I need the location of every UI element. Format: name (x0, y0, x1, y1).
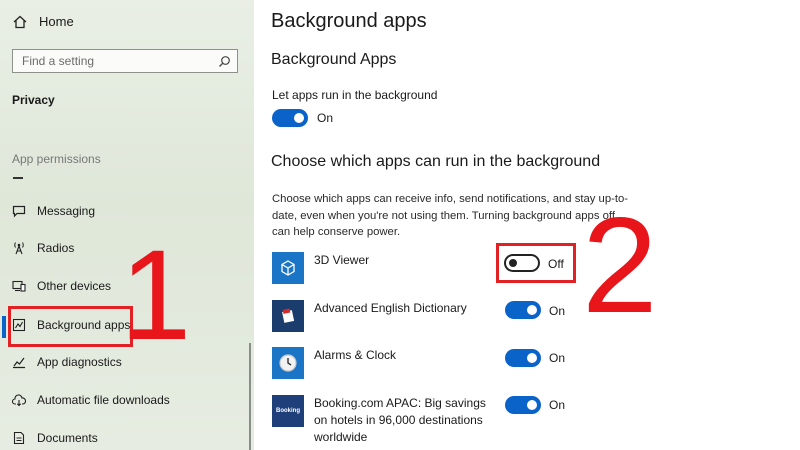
devices-icon (12, 280, 26, 292)
dictionary-icon (272, 300, 304, 332)
section-heading: Choose which apps can run in the backgro… (271, 153, 601, 170)
app-row-booking-com: Booking Booking.com APAC: Big savings on… (272, 395, 494, 446)
annotation-marker-1: 1 (120, 224, 192, 367)
toggle-knob (527, 305, 537, 315)
list-scroll-indicator (13, 177, 23, 179)
master-toggle-state: On (317, 111, 334, 125)
app-name: Booking.com APAC: Big savings on hotels … (314, 396, 486, 444)
sidebar-item-label: Documents (37, 431, 98, 445)
radio-tower-icon (14, 242, 24, 255)
booking-icon-text: Booking (276, 408, 300, 414)
app-toggle-booking-com[interactable] (505, 396, 541, 414)
app-name: Advanced English Dictionary (314, 301, 467, 315)
app-name: 3D Viewer (314, 253, 370, 267)
app-toggle-advanced-english-dictionary[interactable] (505, 301, 541, 319)
page-title: Background apps (271, 10, 427, 32)
sidebar-scrollbar[interactable] (249, 343, 251, 450)
sidebar-item-label: Messaging (37, 204, 96, 218)
sidebar-item-documents[interactable]: Documents (12, 428, 98, 448)
sidebar-item-label: Other devices (37, 279, 112, 293)
sidebar-item-automatic-file-downloads[interactable]: Automatic file downloads (12, 390, 170, 410)
sub-title: Background Apps (271, 51, 397, 68)
home-label: Home (39, 14, 74, 29)
app-toggle-state: On (549, 304, 566, 318)
background-apps-master-toggle[interactable] (272, 109, 308, 127)
app-toggle-state: On (549, 351, 566, 365)
toggle-knob (294, 113, 304, 123)
clock-icon (272, 347, 304, 379)
sidebar-item-radios[interactable]: Radios (12, 238, 74, 258)
section-description: Choose which apps can receive info, send… (272, 193, 629, 238)
home-nav-item[interactable]: Home (13, 14, 74, 29)
sidebar-item-label: App diagnostics (37, 355, 122, 369)
app-row-3d-viewer: 3D Viewer (272, 252, 494, 284)
settings-content: Background apps Background Apps Let apps… (254, 0, 800, 450)
messaging-icon (12, 205, 26, 218)
toggle-knob (527, 353, 537, 363)
app-toggle-alarms-clock[interactable] (505, 349, 541, 367)
annotation-marker-2: 2 (582, 189, 658, 341)
app-toggle-state: On (549, 398, 566, 412)
master-toggle-label: Let apps run in the background (272, 88, 438, 102)
cloud-download-icon (12, 394, 26, 407)
sidebar-item-app-diagnostics[interactable]: App diagnostics (12, 352, 122, 372)
home-icon (13, 15, 27, 28)
app-name: Alarms & Clock (314, 348, 397, 362)
sidebar-item-label: Radios (37, 241, 75, 255)
diagnostics-icon (13, 357, 25, 369)
annotation-highlight-box (8, 306, 133, 347)
sidebar-item-messaging[interactable]: Messaging (12, 201, 95, 221)
sidebar-item-other-devices[interactable]: Other devices (12, 276, 111, 296)
annotation-highlight-box (496, 243, 576, 283)
booking-icon: Booking (272, 395, 304, 427)
app-row-alarms-clock: Alarms & Clock (272, 347, 494, 379)
cube-icon (272, 252, 304, 284)
app-row-advanced-english-dictionary: Advanced English Dictionary (272, 300, 494, 332)
search-icon[interactable] (218, 55, 231, 68)
group-label: App permissions (12, 152, 101, 166)
section-title: Privacy (12, 93, 55, 107)
search-input[interactable]: Find a setting (12, 49, 238, 73)
toggle-knob (527, 400, 537, 410)
selected-indicator (2, 316, 6, 338)
search-placeholder: Find a setting (22, 54, 95, 68)
sidebar-item-label: Automatic file downloads (37, 393, 170, 407)
document-icon (13, 431, 25, 445)
